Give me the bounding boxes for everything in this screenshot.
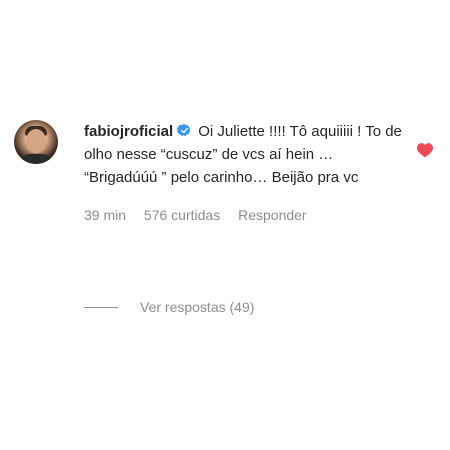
avatar-face <box>26 129 46 153</box>
view-replies-button[interactable]: Ver respostas (49) <box>84 299 254 315</box>
reply-button[interactable]: Responder <box>238 207 307 223</box>
like-count[interactable]: 576 curtidas <box>144 207 220 223</box>
comment-time: 39 min <box>84 207 127 223</box>
replies-divider-line <box>84 306 118 308</box>
comment-body: fabiojroficial Oi Juliette !!!! Tô aquii… <box>84 120 404 223</box>
comment-meta: 39 min 576 curtidas Responder <box>84 207 404 223</box>
comment-text-block: fabiojroficial Oi Juliette !!!! Tô aquii… <box>84 120 404 189</box>
username[interactable]: fabiojroficial <box>84 123 173 140</box>
verified-badge-icon <box>177 123 191 137</box>
avatar[interactable] <box>14 120 58 164</box>
avatar-shirt <box>20 154 52 164</box>
view-replies-label: Ver respostas (49) <box>140 299 255 315</box>
heart-icon[interactable] <box>416 142 434 158</box>
